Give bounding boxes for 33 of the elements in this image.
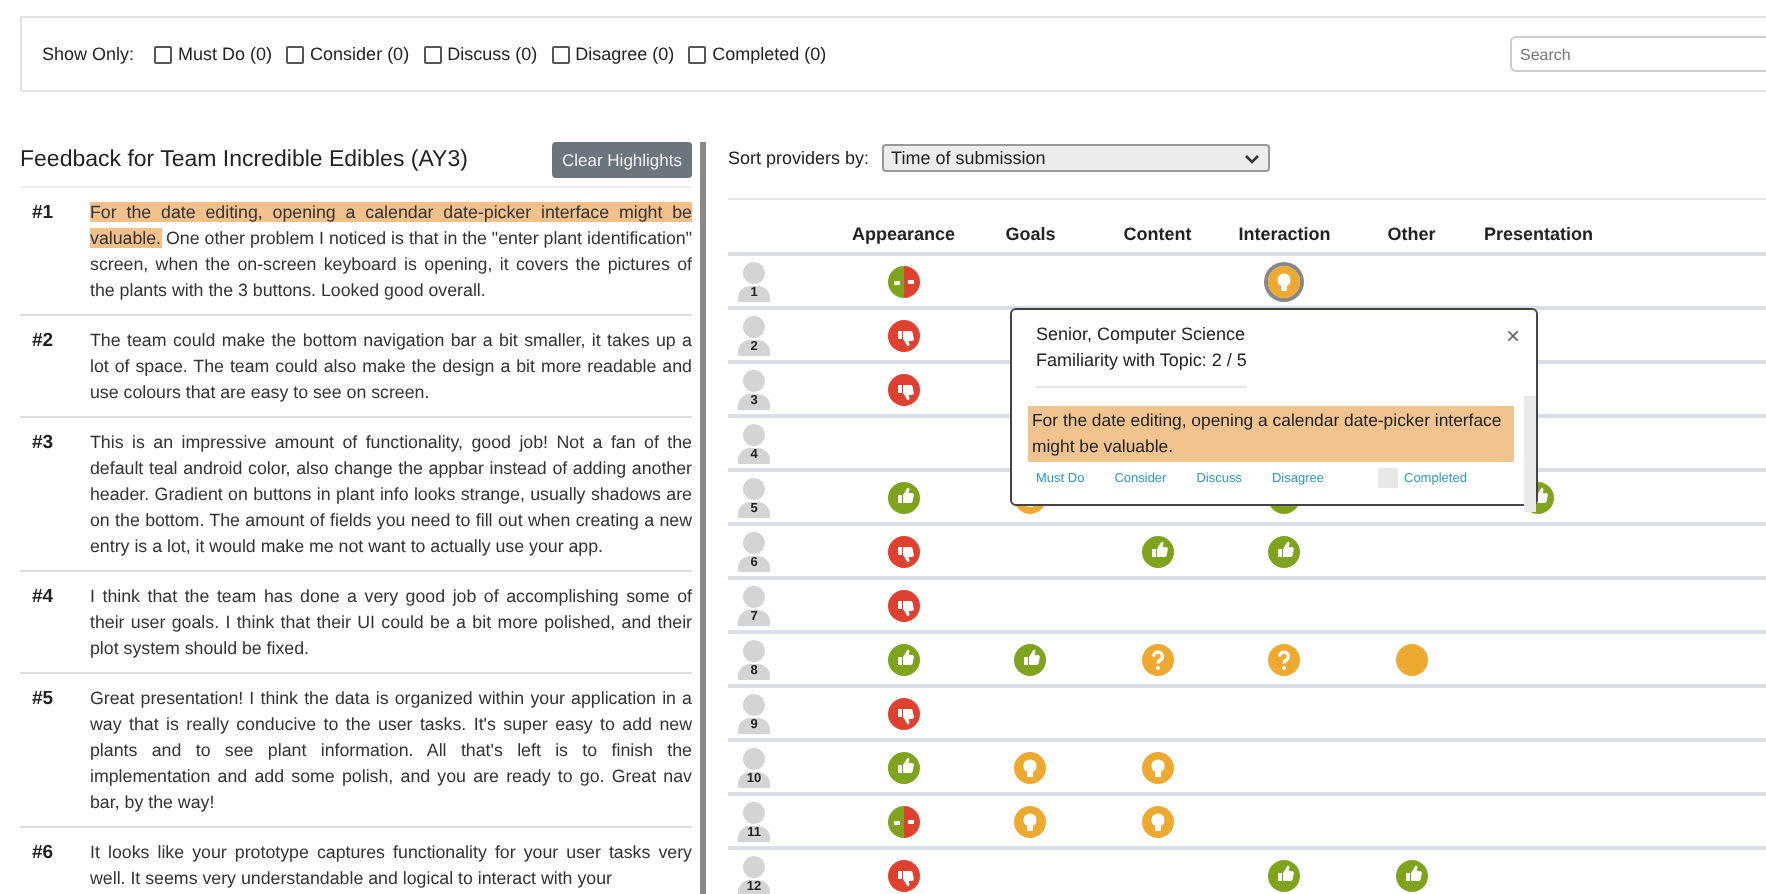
filter-label: Show Only: bbox=[42, 44, 135, 64]
feedback-text: Great presentation! I think the data is organized within your application in a way that is really conducive to the user tasks. It's super easy to add new plants and to see plant information. All that's left is to finish the implementation and add some polish, and you are ready to go. Great nav bar, by the way! bbox=[90, 686, 692, 816]
feedback-number: #2 bbox=[32, 328, 56, 356]
close-button[interactable]: × bbox=[1505, 322, 1520, 350]
filter-option[interactable]: Discuss (0) bbox=[447, 44, 538, 64]
column-header: Appearance bbox=[851, 224, 956, 244]
feedback-number: #3 bbox=[32, 430, 56, 458]
search-field[interactable]: Search bbox=[1510, 36, 1766, 72]
filter-option[interactable]: Completed (0) bbox=[712, 44, 827, 64]
feedback-number: #4 bbox=[32, 584, 56, 612]
feedback-text: It looks like your prototype captures functionality for your user tasks very well. It seems very understandable and logical to interact with your bbox=[90, 840, 692, 892]
sort-label: Sort providers by: bbox=[728, 148, 870, 168]
feedback-number: #6 bbox=[32, 840, 56, 868]
column-header: Other bbox=[1387, 224, 1436, 244]
feedback-text: The team could make the bottom navigation bar a bit smaller, it takes up a lot of space. The team could also make the design a bit more readable and use colours that are easy to see on screen. bbox=[90, 328, 692, 406]
clear-highlights-button[interactable]: Clear Highlights bbox=[552, 142, 692, 178]
popover-text: Familiarity with Topic: 2 / 5 bbox=[1036, 348, 1246, 374]
filter-option[interactable]: Must Do (0) bbox=[178, 44, 273, 64]
column-header: Content bbox=[1123, 224, 1192, 244]
column-header: Interaction bbox=[1238, 224, 1331, 244]
feedback-text: This is an impressive amount of functionality, good job! Not a fan of the default teal android color, also change the appbar instead of adding another header. Gradient on buttons in plant info looks strange, usually shadows are on the bottom. The amount of fields you need to fill out when creating a new entry is a lot, it would make me not want to actually use your app. bbox=[90, 430, 692, 560]
column-header: Goals bbox=[1005, 224, 1056, 244]
feedback-number: #5 bbox=[32, 686, 56, 714]
highlighted-quote: For the date editing, opening a calendar date-picker interface might be valuable. bbox=[1028, 406, 1515, 462]
feedback-text: I think that the team has done a very good job of accomplishing some of their user goals. I think that their UI could be a bit more polished, and their plot system should be fixed. bbox=[90, 584, 692, 662]
column-header: Presentation bbox=[1483, 224, 1593, 244]
filter-option[interactable]: Consider (0) bbox=[310, 44, 410, 64]
feedback-number: #1 bbox=[32, 200, 56, 228]
feedback-text: For the date editing, opening a calendar date-picker interface might be valuable. One other problem I noticed is that in the "enter plant identification" screen, when the on-screen keyboard is opening, it covers the pictures of the plants with the 3 buttons. Looked good overall. bbox=[90, 200, 692, 304]
popover-text: Senior, Computer Science bbox=[1036, 322, 1246, 348]
filter-option[interactable]: Disagree (0) bbox=[575, 44, 675, 64]
panel-title: Feedback for Team Incredible Edibles (AY3) bbox=[20, 148, 468, 172]
sort-dropdown[interactable]: Time of submission bbox=[881, 144, 1270, 172]
